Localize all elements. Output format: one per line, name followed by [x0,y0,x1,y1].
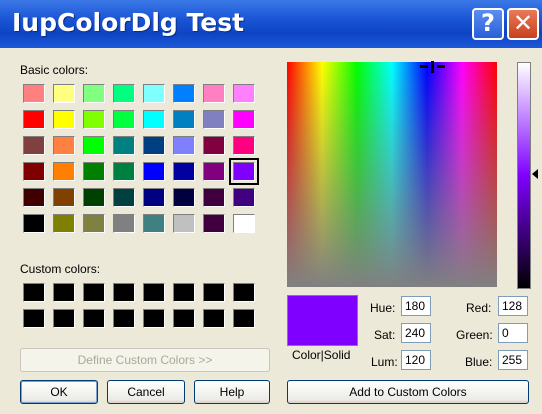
custom-color-swatch[interactable] [233,309,255,328]
red-field[interactable]: 128 [498,296,528,316]
basic-color-swatch[interactable] [53,136,75,155]
basic-color-swatch[interactable] [23,84,45,103]
help-button[interactable]: Help [194,380,270,404]
luminosity-bar[interactable] [517,62,531,289]
custom-color-swatch[interactable] [83,309,105,328]
hue-label: Hue: [370,301,396,315]
add-to-custom-colors-button[interactable]: Add to Custom Colors [287,380,529,404]
green-label: Green: [456,328,493,342]
ok-button[interactable]: OK [20,380,98,404]
basic-color-swatch[interactable] [143,84,165,103]
custom-color-swatch[interactable] [53,283,75,302]
basic-color-swatch[interactable] [113,136,135,155]
luminosity-pointer-icon[interactable] [532,169,538,179]
basic-color-swatch[interactable] [113,84,135,103]
blue-label: Blue: [465,355,493,369]
basic-color-swatch[interactable] [203,136,225,155]
basic-color-swatch[interactable] [113,110,135,129]
basic-color-swatch[interactable] [233,84,255,103]
basic-color-swatch[interactable] [53,214,75,233]
basic-color-swatch[interactable] [233,110,255,129]
basic-color-swatch[interactable] [203,188,225,207]
custom-color-swatch[interactable] [53,309,75,328]
color-dialog-window: IupColorDlg Test ? ✕ Basic colors: Custo… [0,0,542,414]
basic-color-swatch[interactable] [53,162,75,181]
sat-field[interactable]: 240 [401,323,431,343]
custom-color-swatch[interactable] [203,283,225,302]
basic-color-swatch[interactable] [53,110,75,129]
custom-color-swatch[interactable] [113,283,135,302]
custom-color-swatch[interactable] [83,283,105,302]
basic-color-swatch[interactable] [83,110,105,129]
window-title: IupColorDlg Test [12,8,245,37]
sat-label: Sat: [374,328,396,342]
basic-color-swatch[interactable] [53,188,75,207]
define-custom-colors-button[interactable]: Define Custom Colors >> [20,348,270,372]
custom-color-swatch[interactable] [143,309,165,328]
basic-color-swatch[interactable] [203,162,225,181]
basic-color-swatch[interactable] [23,110,45,129]
color-preview [287,295,358,346]
basic-color-swatch[interactable] [23,214,45,233]
basic-color-swatch[interactable] [203,214,225,233]
crosshair-right [437,65,445,68]
basic-color-swatch[interactable] [233,136,255,155]
custom-color-swatch[interactable] [113,309,135,328]
basic-color-swatch[interactable] [83,136,105,155]
basic-color-swatch[interactable] [23,136,45,155]
basic-color-swatch[interactable] [23,162,45,181]
help-titlebar-button[interactable]: ? [472,8,504,40]
custom-color-swatch[interactable] [233,283,255,302]
basic-color-swatch[interactable] [143,162,165,181]
lum-field[interactable]: 120 [401,350,431,370]
basic-color-swatch[interactable] [143,188,165,207]
basic-color-swatch[interactable] [83,162,105,181]
custom-colors-label: Custom colors: [20,262,101,276]
basic-color-swatch[interactable] [83,188,105,207]
basic-color-swatch[interactable] [113,214,135,233]
red-label: Red: [466,301,492,315]
basic-color-swatch[interactable] [203,110,225,129]
close-button[interactable]: ✕ [507,8,539,40]
color-solid-label: Color|Solid [292,348,351,362]
basic-color-swatch[interactable] [173,188,195,207]
basic-color-swatch[interactable] [203,84,225,103]
crosshair-vertical [431,61,434,73]
basic-color-swatch[interactable] [143,136,165,155]
basic-color-swatch[interactable] [233,188,255,207]
basic-color-swatch[interactable] [113,162,135,181]
basic-color-swatch[interactable] [173,110,195,129]
lum-label: Lum: [371,355,398,369]
hue-saturation-spectrum[interactable] [287,61,497,287]
crosshair-left [420,65,428,68]
basic-color-swatch[interactable] [113,188,135,207]
hue-field[interactable]: 180 [401,296,431,316]
basic-colors-label: Basic colors: [20,63,89,77]
title-bar[interactable]: IupColorDlg Test ? ✕ [0,0,542,48]
basic-color-swatch[interactable] [23,188,45,207]
basic-color-swatch[interactable] [143,110,165,129]
basic-color-swatch[interactable] [173,214,195,233]
custom-color-swatch[interactable] [173,283,195,302]
basic-color-swatch[interactable] [229,158,259,185]
basic-color-swatch[interactable] [53,84,75,103]
blue-field[interactable]: 255 [498,350,528,370]
custom-color-swatch[interactable] [143,283,165,302]
basic-color-swatch[interactable] [173,162,195,181]
basic-color-swatch[interactable] [83,84,105,103]
basic-color-swatch[interactable] [173,84,195,103]
custom-color-swatch[interactable] [173,309,195,328]
basic-color-swatch[interactable] [233,214,255,233]
custom-color-swatch[interactable] [23,309,45,328]
green-field[interactable]: 0 [498,323,528,343]
custom-color-swatch[interactable] [203,309,225,328]
basic-color-swatch[interactable] [143,214,165,233]
cancel-button[interactable]: Cancel [107,380,185,404]
basic-color-swatch[interactable] [83,214,105,233]
custom-color-swatch[interactable] [23,283,45,302]
basic-color-swatch[interactable] [173,136,195,155]
